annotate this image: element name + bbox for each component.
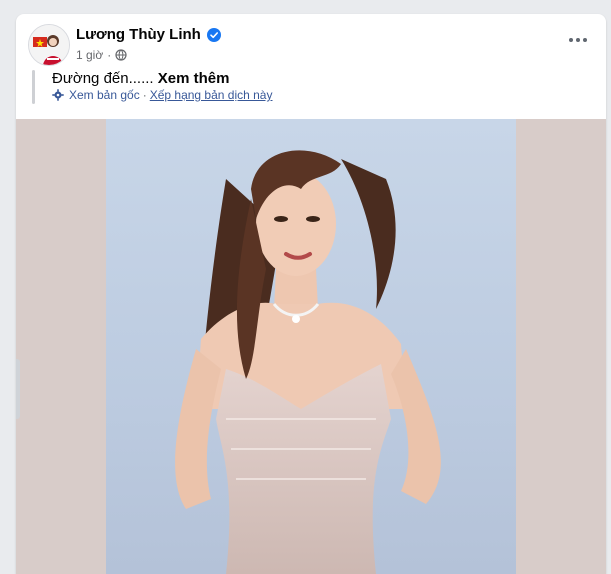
translate-separator: · xyxy=(142,88,147,102)
author-row: Lương Thùy Linh xyxy=(76,26,221,43)
rate-translation-link[interactable]: Xếp hạng bản dịch này xyxy=(150,88,273,102)
avatar-image xyxy=(29,25,69,65)
post-media[interactable] xyxy=(16,119,606,574)
gear-icon[interactable] xyxy=(52,89,64,101)
view-original-link[interactable]: Xem bản gốc xyxy=(69,88,140,102)
meta-separator: · xyxy=(107,48,112,62)
globe-icon[interactable] xyxy=(115,49,127,61)
post-photo[interactable] xyxy=(106,119,516,574)
post-meta: 1 giờ · xyxy=(76,48,127,62)
woman-in-gown-image xyxy=(175,150,441,574)
post-text: Đường đến...... Xem thêm xyxy=(52,70,229,87)
quote-bar xyxy=(32,70,35,104)
dot-icon xyxy=(569,38,573,42)
scroll-indicator xyxy=(16,359,20,419)
post-header: Lương Thùy Linh 1 giờ · xyxy=(16,14,606,68)
see-more-link[interactable]: Xem thêm xyxy=(158,70,230,87)
translation-bar: Xem bản gốc · Xếp hạng bản dịch này xyxy=(52,88,272,102)
post-time[interactable]: 1 giờ xyxy=(76,48,103,62)
more-options-button[interactable] xyxy=(562,28,594,52)
author-avatar[interactable] xyxy=(28,24,70,66)
post-card: Lương Thùy Linh 1 giờ · Đường đến...... … xyxy=(16,14,606,574)
post-text-content: Đường đến...... xyxy=(52,70,154,87)
dot-icon xyxy=(583,38,587,42)
dot-icon xyxy=(576,38,580,42)
author-name[interactable]: Lương Thùy Linh xyxy=(76,26,201,43)
verified-badge-icon xyxy=(206,27,221,42)
